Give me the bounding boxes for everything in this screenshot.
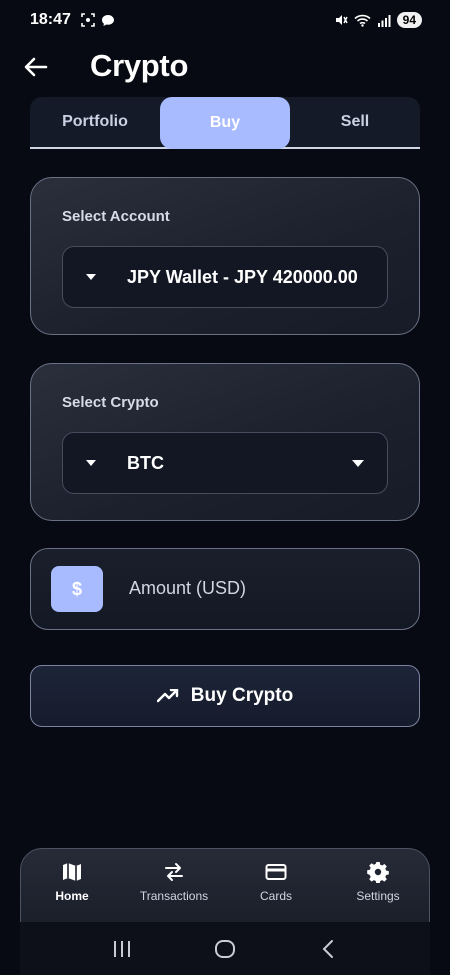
chat-bubble-icon <box>101 14 114 26</box>
crypto-dropdown[interactable]: BTC <box>62 432 388 494</box>
account-selected-value: JPY Wallet - JPY 420000.00 <box>127 266 358 287</box>
swap-icon <box>165 863 183 881</box>
crypto-card: Select Crypto BTC <box>30 363 420 521</box>
nav-item-home[interactable]: Home <box>21 849 123 927</box>
buy-crypto-label: Buy Crypto <box>190 685 294 706</box>
status-right: 94 <box>334 12 422 28</box>
dollar-glyph: $ <box>71 578 82 599</box>
tab-label: Buy <box>209 114 241 131</box>
tab-portfolio[interactable]: Portfolio <box>30 97 160 147</box>
amount-placeholder: Amount (USD) <box>129 578 247 598</box>
select-crypto-label: Select Crypto <box>62 394 159 411</box>
select-account-label: Select Account <box>62 208 170 225</box>
tab-label: Sell <box>340 113 370 130</box>
card-icon <box>265 864 287 880</box>
buy-crypto-button[interactable]: Buy Crypto <box>30 665 420 727</box>
wifi-icon <box>354 14 371 27</box>
nav-item-transactions[interactable]: Transactions <box>123 849 225 927</box>
page-title: Crypto <box>90 48 189 83</box>
crypto-selected-value: BTC <box>127 452 164 473</box>
screenshot-icon <box>81 13 95 27</box>
nav-label-home: Home <box>55 889 89 903</box>
recent-apps-icon[interactable] <box>110 938 134 960</box>
status-time: 18:47 <box>30 11 71 28</box>
caret-down-icon <box>86 274 96 280</box>
trending-up-icon <box>156 689 178 703</box>
tab-buy[interactable]: Buy <box>160 97 290 149</box>
tab-label: Portfolio <box>62 113 128 130</box>
status-left-icons <box>81 13 115 27</box>
nav-item-cards[interactable]: Cards <box>225 849 327 927</box>
signal-icon <box>377 14 391 27</box>
map-icon <box>63 863 81 881</box>
mute-icon <box>335 15 348 25</box>
home-icon[interactable] <box>213 938 237 960</box>
account-dropdown[interactable]: JPY Wallet - JPY 420000.00 <box>62 246 388 308</box>
dropdown-arrow-icon <box>352 460 364 467</box>
account-card: Select Account JPY Wallet - JPY 420000.0… <box>30 177 420 335</box>
gear-icon <box>367 862 389 883</box>
battery-indicator: 94 <box>396 12 422 28</box>
page-header: Crypto <box>0 44 450 90</box>
nav-item-settings[interactable]: Settings <box>327 849 429 927</box>
nav-label-cards: Cards <box>259 889 292 903</box>
bottom-nav: Home Transactions Cards Settings <box>20 848 430 928</box>
arrow-left-icon[interactable] <box>22 53 50 81</box>
nav-label-settings: Settings <box>356 889 400 903</box>
system-nav-bar <box>20 922 430 975</box>
back-nav-icon[interactable] <box>316 938 340 960</box>
caret-down-icon <box>86 460 96 466</box>
tab-bar: Portfolio Buy Sell <box>30 97 420 149</box>
status-bar: 18:47 94 <box>0 0 450 40</box>
tab-sell[interactable]: Sell <box>290 97 420 147</box>
dollar-icon: $ <box>51 566 103 612</box>
amount-field[interactable]: $ Amount (USD) <box>30 548 420 630</box>
nav-label-transactions: Transactions <box>139 889 209 903</box>
